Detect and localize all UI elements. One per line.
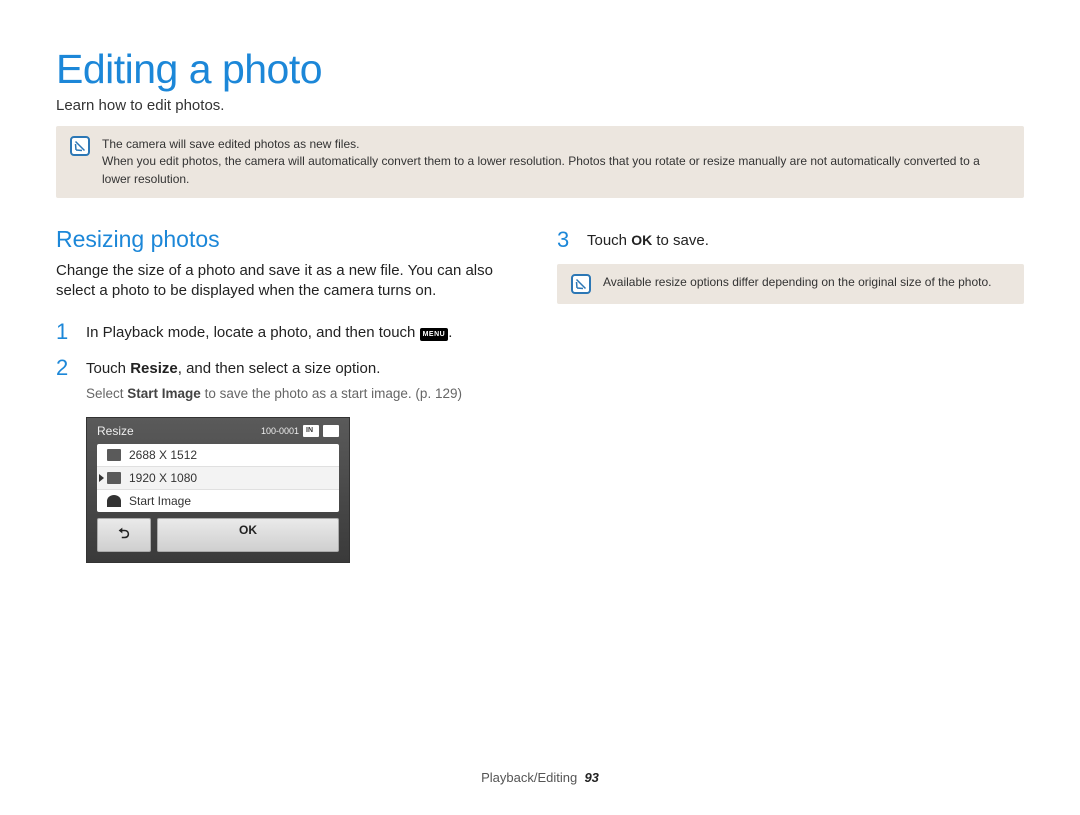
back-button[interactable]: ⮌ bbox=[97, 518, 151, 552]
step-number-3: 3 bbox=[557, 228, 587, 252]
option-label: Start Image bbox=[129, 494, 191, 508]
note-right-text: Available resize options differ dependin… bbox=[603, 274, 992, 291]
section-heading-resizing: Resizing photos bbox=[56, 226, 523, 253]
step-3-suffix: to save. bbox=[652, 232, 709, 249]
resize-option-start-image[interactable]: Start Image bbox=[97, 490, 339, 512]
step-2-sub-suffix: to save the photo as a start image. (p. … bbox=[201, 386, 462, 401]
note-line-1: The camera will save edited photos as ne… bbox=[102, 136, 1010, 153]
note-icon bbox=[70, 136, 90, 156]
option-label: 2688 X 1512 bbox=[129, 448, 197, 462]
size-icon bbox=[107, 472, 121, 484]
battery-icon bbox=[323, 425, 339, 437]
step-2-sub-bold: Start Image bbox=[127, 386, 201, 401]
note-line-2: When you edit photos, the camera will au… bbox=[102, 153, 1010, 188]
info-note-right: Available resize options differ dependin… bbox=[557, 264, 1024, 304]
step-3-prefix: Touch bbox=[587, 232, 631, 249]
footer-section: Playback/Editing bbox=[481, 770, 577, 785]
start-image-icon bbox=[107, 495, 121, 507]
info-note-top: The camera will save edited photos as ne… bbox=[56, 126, 1024, 198]
step-1-text-prefix: In Playback mode, locate a photo, and th… bbox=[86, 324, 420, 341]
step-1-text-suffix: . bbox=[448, 324, 452, 341]
section-description: Change the size of a photo and save it a… bbox=[56, 261, 523, 302]
step-2-bold: Resize bbox=[130, 360, 178, 377]
footer-page-number: 93 bbox=[584, 770, 598, 785]
ok-button[interactable]: OK bbox=[157, 518, 339, 552]
page-subtitle: Learn how to edit photos. bbox=[56, 97, 1024, 114]
note-icon bbox=[571, 274, 591, 294]
screen-title: Resize bbox=[97, 424, 134, 438]
file-number: 100-0001 bbox=[261, 426, 299, 436]
step-2-suffix: , and then select a size option. bbox=[178, 360, 381, 377]
step-2-sub-prefix: Select bbox=[86, 386, 127, 401]
step-number-2: 2 bbox=[56, 356, 86, 380]
camera-screen: Resize 100-0001 IN 2688 X 1512 1920 X 10 bbox=[86, 417, 350, 563]
resize-menu: 2688 X 1512 1920 X 1080 Start Image bbox=[97, 444, 339, 512]
storage-icon: IN bbox=[303, 425, 319, 437]
resize-option-1920[interactable]: 1920 X 1080 bbox=[97, 467, 339, 490]
size-icon bbox=[107, 449, 121, 461]
page-footer: Playback/Editing 93 bbox=[0, 770, 1080, 785]
ok-icon: OK bbox=[631, 232, 652, 248]
step-number-1: 1 bbox=[56, 320, 86, 344]
menu-icon: MENU bbox=[420, 328, 449, 342]
step-2-prefix: Touch bbox=[86, 360, 130, 377]
resize-option-2688[interactable]: 2688 X 1512 bbox=[97, 444, 339, 467]
page-title: Editing a photo bbox=[56, 46, 1024, 93]
option-label: 1920 X 1080 bbox=[129, 471, 197, 485]
